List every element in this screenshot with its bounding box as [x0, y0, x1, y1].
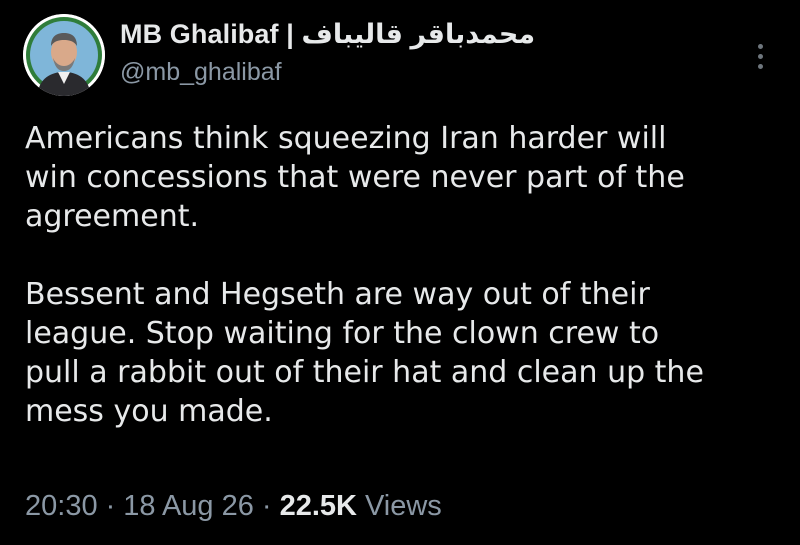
tweet-date[interactable]: 18 Aug 26 [123, 490, 254, 523]
meta-separator: · [105, 490, 116, 522]
author-display-name[interactable]: MB Ghalibaf | محمدباقر قالیباف [120, 19, 535, 50]
tweet-time[interactable]: 20:30 [25, 490, 98, 523]
tweet-meta: 20:30 · 18 Aug 26 · 22.5K Views [25, 490, 442, 523]
tweet-paragraph: Bessent and Hegseth are way out of their… [25, 277, 704, 429]
tweet-card: MB Ghalibaf | محمدباقر قالیباف @mb_ghali… [0, 0, 800, 545]
tweet-paragraph: Americans think squeezing Iran harder wi… [25, 121, 685, 234]
views-label[interactable]: Views [365, 490, 442, 523]
more-vertical-icon [757, 63, 763, 69]
views-count[interactable]: 22.5K [280, 490, 357, 523]
more-vertical-icon [757, 53, 763, 59]
author-handle[interactable]: @mb_ghalibaf [120, 58, 282, 87]
meta-separator: · [261, 490, 272, 522]
profile-photo-icon [23, 14, 105, 96]
author-name-row[interactable]: MB Ghalibaf | محمدباقر قالیباف [120, 14, 535, 54]
more-options-button[interactable] [745, 34, 775, 78]
tweet-text: Americans think squeezing Iran harder wi… [25, 119, 785, 431]
more-vertical-icon [757, 43, 763, 49]
avatar[interactable] [23, 14, 105, 96]
